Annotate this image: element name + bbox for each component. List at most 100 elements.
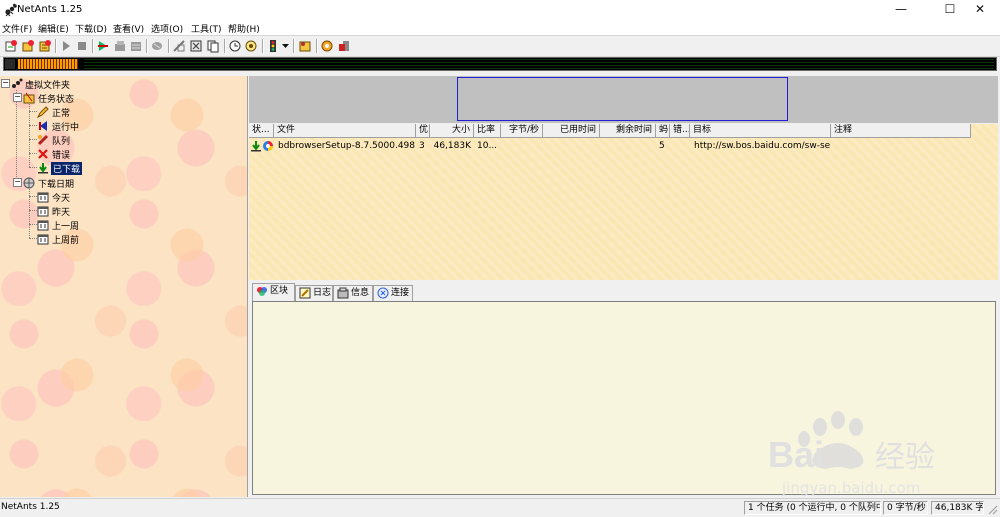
log-icon [299,287,311,299]
toolbar-separator [92,39,94,53]
column-header-bytes-per-sec[interactable]: 字节/秒 [501,124,543,138]
delete-icon[interactable] [150,39,164,53]
cell-errors [670,140,688,153]
pencil-icon [37,106,49,118]
menu-file[interactable]: 文件(F) [2,22,32,35]
close-button[interactable]: ✕ [960,0,1000,20]
menu-view[interactable]: 查看(V) [113,22,144,35]
minimize-button[interactable]: — [881,0,921,20]
toolbar-separator [293,39,295,53]
tab-log[interactable]: 日志 [295,285,333,301]
column-header-ants[interactable]: 蚂 [656,124,670,138]
stop-icon[interactable] [75,39,89,53]
column-header-remaining[interactable]: 剩余时间 [600,124,656,138]
toolbar-separator [316,39,318,53]
column-header-size[interactable]: 大小 [430,124,474,138]
netants-app-icon [5,3,17,17]
menu-download[interactable]: 下载(D) [75,22,107,35]
column-header-elapsed[interactable]: 已用时间 [543,124,600,138]
menu-options[interactable]: 选项(O) [151,22,183,35]
tree-item-yesterday[interactable]: 昨天 [0,204,240,218]
cell-remaining [600,140,654,153]
tab-label: 日志 [313,288,332,298]
start-icon[interactable] [59,39,73,53]
resize-grip-icon[interactable] [986,503,998,515]
tree-item-running[interactable]: 运行中 [0,119,240,133]
downloaded-status-icon [251,141,261,152]
signal-icon[interactable] [266,39,280,53]
calendar-icon [37,220,49,231]
watermark-brand-cn: 经验 [875,440,935,475]
status-speed: 0 字节/秒 [883,501,928,515]
tree-item-task-status[interactable]: − 任务状态 [0,91,240,105]
column-header-status[interactable]: 状... [249,124,274,138]
open-icon[interactable] [21,39,35,53]
info-icon [337,287,349,299]
toolbar [0,35,1000,57]
tree-label-selected: 已下载 [51,162,83,175]
tab-label: 信息 [351,288,370,298]
table-row[interactable]: bdbrowserSetup-8.7.5000.498... 3 46,183K… [249,139,998,153]
tab-connection[interactable]: 连接 [373,285,413,301]
tab-label: 区块 [270,286,289,296]
tree-item-last-week[interactable]: 上一周 [0,218,240,232]
timer-icon[interactable] [228,39,242,53]
move-icon[interactable] [189,39,203,53]
column-header-target[interactable]: 目标 [690,124,831,138]
watermark-url: jingyan.baidu.com [781,479,920,497]
schedule-icon[interactable] [129,39,143,53]
toolbar-separator [55,39,57,53]
collapse-icon[interactable]: − [13,178,22,187]
column-header-file[interactable]: 文件 [274,124,416,138]
tree-label: 今天 [52,194,71,204]
column-header-priority[interactable]: 优 [416,124,430,138]
cell-file: bdbrowserSetup-8.7.5000.498... [278,141,416,151]
menu-bar: 文件(F) 编辑(E) 下载(D) 查看(V) 选项(O) 工具(T) 帮助(H… [0,20,1000,35]
status-bar: NetAnts 1.25 1 个任务 (0 个运行中, 0 个队列中) 0 字节… [0,498,1000,517]
column-header-ratio[interactable]: 比率 [474,124,501,138]
calendar-icon [37,192,49,203]
tree-item-error[interactable]: 错误 [0,147,240,161]
cell-bytes-per-sec [501,140,541,153]
tab-info[interactable]: 信息 [333,285,373,301]
collapse-icon[interactable]: − [1,79,10,88]
column-header-errors[interactable]: 错... [670,124,690,138]
new-task-icon[interactable] [4,39,18,53]
tree-item-virtual-folder[interactable]: − 虚拟文件夹 [0,77,240,91]
menu-tools[interactable]: 工具(T) [191,22,222,35]
cell-ratio: 10... [477,141,498,151]
tree-item-before-last-week[interactable]: 上周前 [0,232,240,246]
tree-label: 下载日期 [38,180,75,190]
block-graph-pane [249,76,998,123]
speed-monitor-marker [5,59,15,69]
tree-label: 虚拟文件夹 [25,81,71,91]
running-icon [39,121,47,131]
paste-url-icon[interactable] [38,39,52,53]
tree-label: 正常 [52,109,71,119]
tree-item-downloaded[interactable]: 已下载 [0,161,240,175]
menu-help[interactable]: 帮助(H) [228,22,260,35]
pause-all-icon[interactable] [113,39,127,53]
tree-item-download-date[interactable]: − 下载日期 [0,176,240,190]
cell-ants: 5 [659,141,665,151]
options-icon[interactable] [244,39,258,53]
collapse-icon[interactable]: − [13,93,22,102]
properties-icon[interactable] [172,39,186,53]
tree-label: 上周前 [52,236,80,246]
tree-item-today[interactable]: 今天 [0,190,240,204]
tree-item-queue[interactable]: 队列 [0,133,240,147]
column-header-notes[interactable]: 注释 [831,124,971,138]
settings-icon[interactable] [320,39,334,53]
copy-icon[interactable] [206,39,220,53]
tree-item-normal[interactable]: 正常 [0,105,240,119]
watermark-brand: Bai [768,434,824,475]
tab-blocks[interactable]: 区块 [252,283,295,302]
menu-edit[interactable]: 编辑(E) [38,22,69,35]
exit-icon[interactable] [337,39,351,53]
download-all-icon[interactable] [96,39,110,53]
error-x-icon [38,149,48,159]
speed-monitor [3,57,997,71]
toolbar-separator [146,39,148,53]
sound-icon[interactable] [298,39,312,53]
dropdown-icon[interactable] [281,39,290,53]
